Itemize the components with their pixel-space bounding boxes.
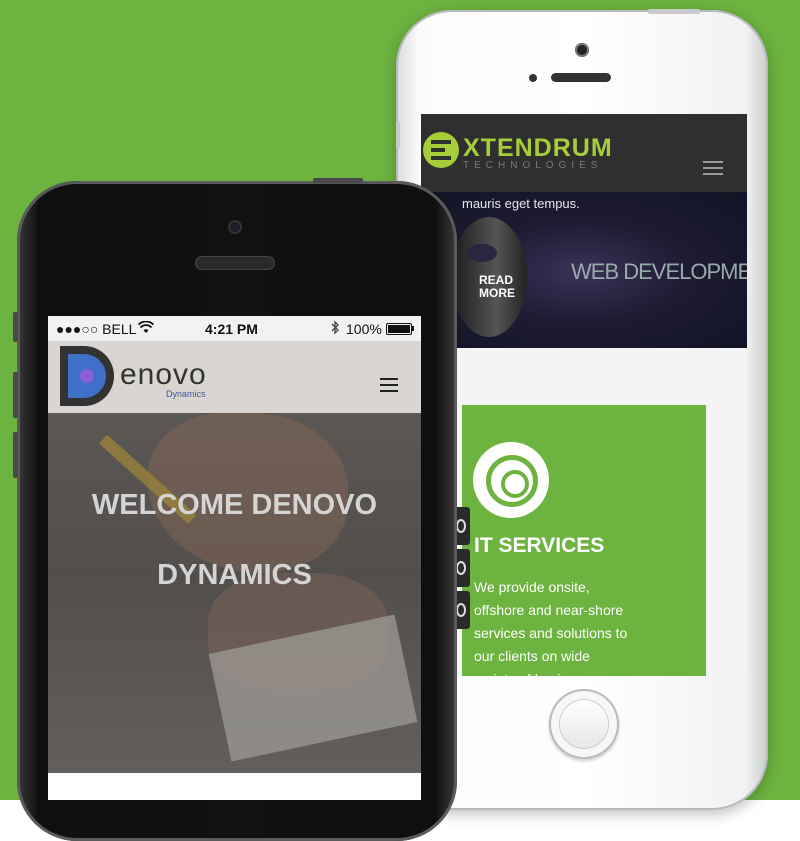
black-phone-screen: ●●●○○ BELL 4:21 PM 100% enovo Dynamics W… [48,316,421,800]
hero-caption: mauris eget tempus. [462,196,580,211]
hero-heading-line1: WELCOME DENOVO [91,489,378,521]
hero-overlay [48,413,421,773]
service-title: IT SERVICES [474,534,605,557]
mute-switch [396,122,400,148]
proximity-sensor [529,74,537,82]
volume-up-button [13,372,18,418]
read-more-button[interactable]: READ MORE [479,274,539,300]
earpiece-speaker [195,256,275,270]
carrier-signal: ●●●○○ BELL [56,321,137,337]
clock: 4:21 PM [205,321,258,337]
brand-subtitle: TECHNOLOGIES [463,160,603,171]
battery-percent: 100% [346,321,382,337]
battery-nub [412,326,414,331]
brand-title[interactable]: XTENDRUM [463,134,613,163]
hero-heading-line2: DYNAMICS [157,559,312,591]
wifi-icon [138,321,154,333]
denovo-logo-icon[interactable] [60,346,118,406]
front-camera-icon [575,43,589,57]
hero-e-cutout [467,244,497,262]
hero-banner-title: WEB DEVELOPMENT [571,259,747,284]
site-header: XTENDRUM TECHNOLOGIES [421,114,747,192]
mute-switch [13,312,18,342]
front-camera-icon [228,220,242,234]
battery-icon [386,323,412,335]
earpiece-speaker [551,73,611,82]
hero-banner: mauris eget tempus. READ MORE WEB DEVELO… [421,192,747,348]
power-button [648,9,700,14]
site-header: enovo Dynamics [48,341,421,413]
it-services-card[interactable]: IT SERVICES We provide onsite, offshore … [462,405,706,676]
hamburger-menu-icon[interactable] [380,378,398,392]
home-button[interactable] [549,689,619,759]
hero-section: WELCOME DENOVO DYNAMICS [48,413,421,773]
logo-name[interactable]: enovo [120,358,207,392]
logo-subtitle: Dynamics [166,389,206,399]
service-description: We provide onsite, offshore and near-sho… [474,579,628,676]
bluetooth-icon [331,320,339,335]
logo-e-glyph [431,140,451,160]
hamburger-menu-icon[interactable] [703,161,723,175]
target-icon [473,442,549,518]
volume-down-button [13,432,18,478]
status-bar: ●●●○○ BELL 4:21 PM 100% [48,316,421,341]
power-button [313,178,363,183]
